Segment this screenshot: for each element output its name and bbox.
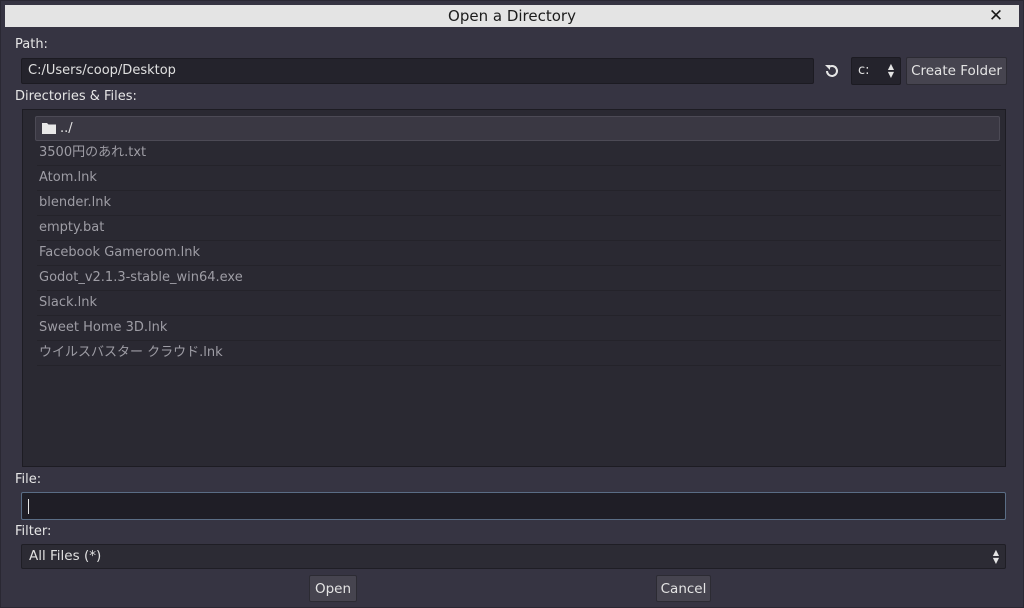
filter-select[interactable]: All Files (*) ▲ ▼ [21, 544, 1006, 569]
open-button[interactable]: Open [309, 575, 357, 602]
list-item[interactable]: ウイルスバスター クラウド.lnk [37, 341, 1001, 366]
close-icon[interactable]: ✕ [987, 5, 1005, 27]
list-item-parent-folder[interactable]: ../ [35, 116, 1000, 141]
directories-files-label: Directories & Files: [15, 89, 137, 104]
list-item[interactable]: empty.bat [37, 216, 1001, 241]
dialog-title: Open a Directory [448, 7, 576, 25]
list-item-label: ウイルスバスター クラウド.lnk [39, 345, 223, 360]
list-item[interactable]: blender.lnk [37, 191, 1001, 216]
file-list[interactable]: ../ 3500円のあれ.txt Atom.lnk blender.lnk em… [22, 109, 1006, 467]
list-item-label: Godot_v2.1.3-stable_win64.exe [39, 270, 243, 285]
updown-arrows-icon: ▲ ▼ [887, 62, 895, 79]
list-item-label: Facebook Gameroom.lnk [39, 245, 201, 260]
list-item[interactable]: Slack.lnk [37, 291, 1001, 316]
folder-icon [42, 122, 56, 134]
path-input[interactable]: C:/Users/coop/Desktop [21, 58, 814, 84]
cancel-button[interactable]: Cancel [656, 575, 711, 602]
list-item[interactable]: 3500円のあれ.txt [37, 141, 1001, 166]
title-bar: Open a Directory ✕ [5, 5, 1019, 27]
file-label: File: [15, 472, 42, 487]
text-caret [28, 499, 29, 514]
create-folder-button[interactable]: Create Folder [906, 57, 1007, 85]
drive-select[interactable]: c: ▲ ▼ [851, 57, 901, 85]
list-item-label: 3500円のあれ.txt [39, 145, 147, 160]
path-label: Path: [15, 37, 48, 52]
list-item-label: ../ [60, 121, 73, 136]
list-item-label: Sweet Home 3D.lnk [39, 320, 168, 335]
list-item-label: empty.bat [39, 220, 105, 235]
list-item[interactable]: Godot_v2.1.3-stable_win64.exe [37, 266, 1001, 291]
list-item[interactable]: Facebook Gameroom.lnk [37, 241, 1001, 266]
filter-label: Filter: [15, 524, 52, 539]
drive-value: c: [858, 63, 870, 78]
updown-arrows-icon: ▲ ▼ [992, 548, 1000, 565]
list-item-label: blender.lnk [39, 195, 112, 210]
filter-value: All Files (*) [29, 548, 102, 564]
list-item[interactable]: Atom.lnk [37, 166, 1001, 191]
list-item-label: Slack.lnk [39, 295, 98, 310]
refresh-icon[interactable] [822, 59, 842, 83]
list-item-label: Atom.lnk [39, 170, 97, 185]
file-name-input[interactable] [21, 492, 1006, 520]
open-directory-dialog: Open a Directory ✕ Path: C:/Users/coop/D… [0, 0, 1024, 608]
list-item[interactable]: Sweet Home 3D.lnk [37, 316, 1001, 341]
